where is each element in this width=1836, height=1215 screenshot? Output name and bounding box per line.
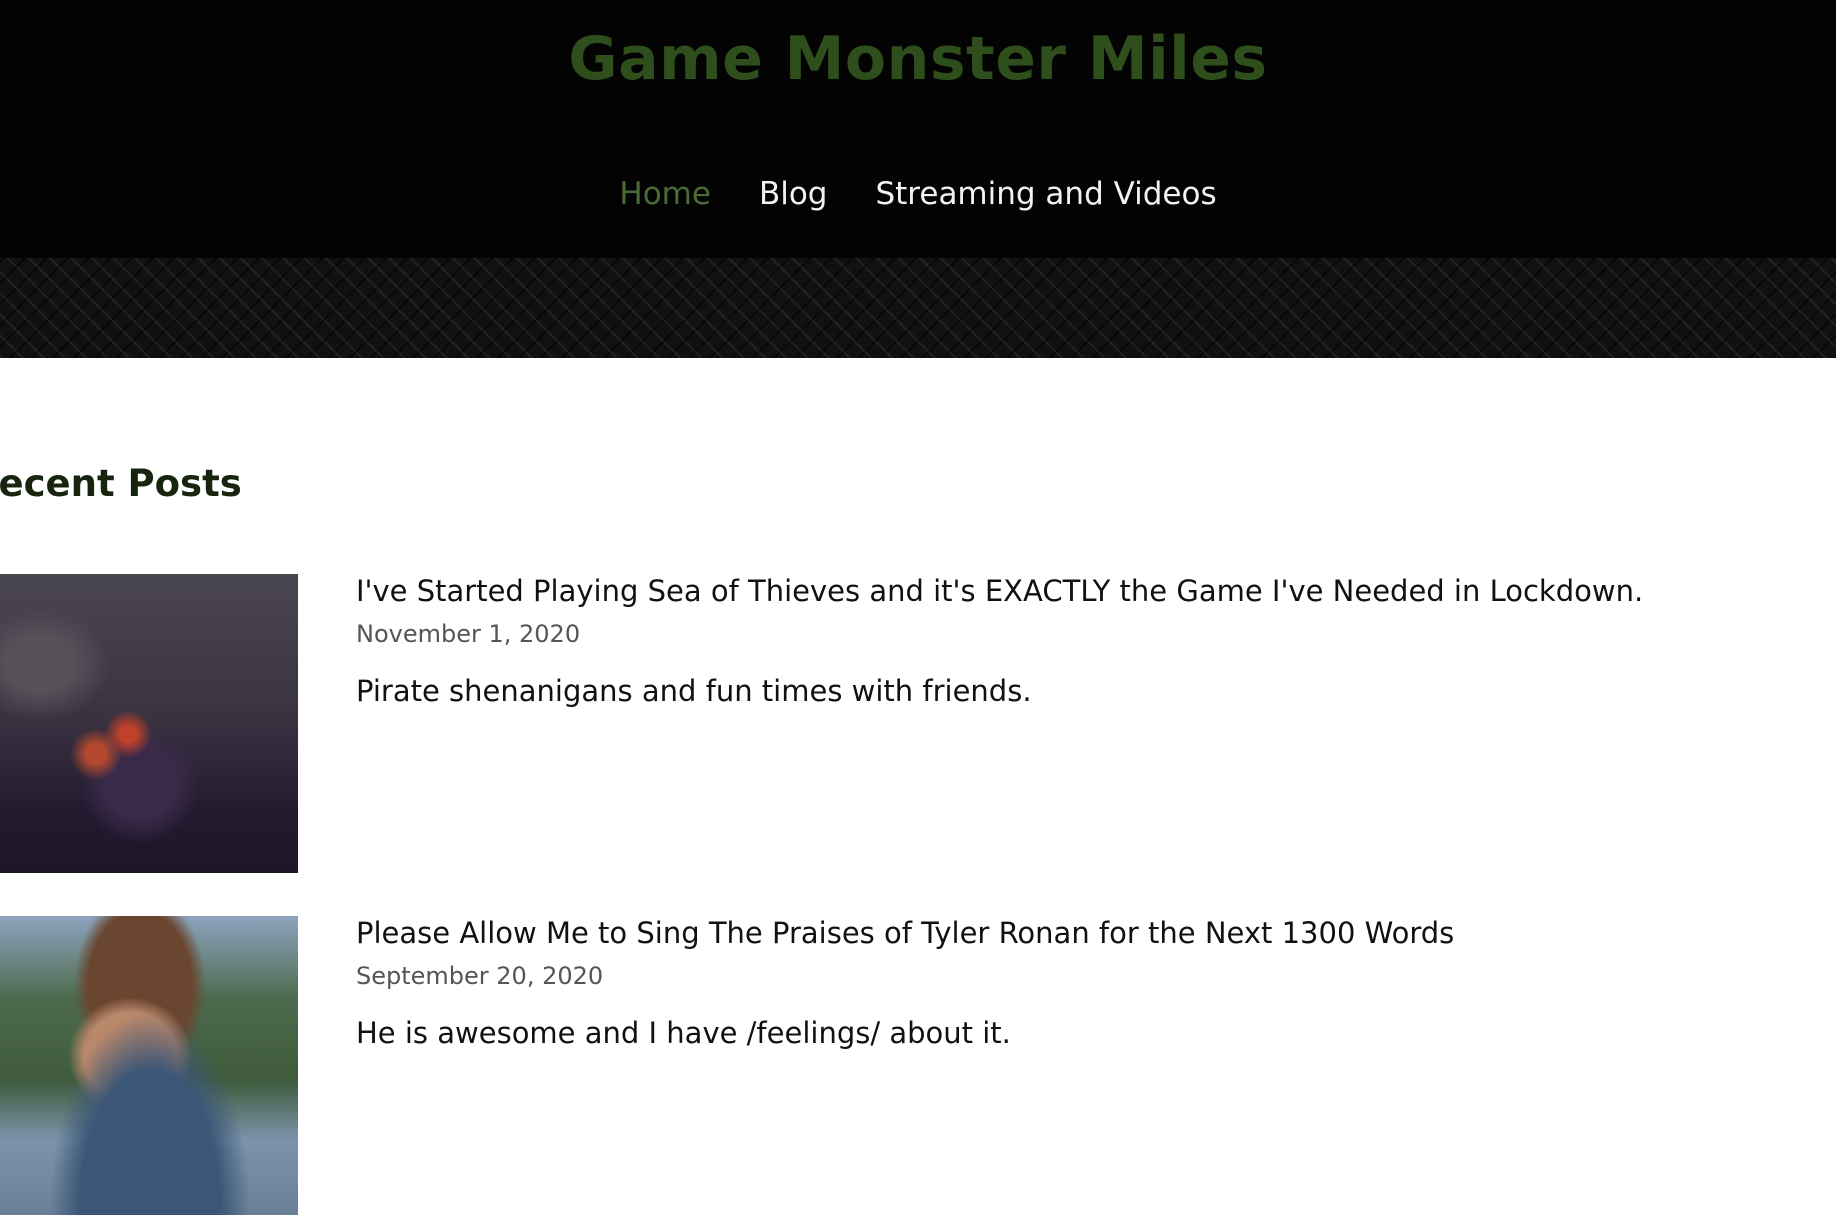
section-title: Recent Posts <box>0 462 242 505</box>
decorative-pattern-band <box>0 258 1836 358</box>
post-excerpt: Pirate shenanigans and fun times with fr… <box>356 674 1032 708</box>
nav-item-blog[interactable]: Blog <box>759 176 828 212</box>
post-thumbnail[interactable] <box>0 574 298 873</box>
post-date: November 1, 2020 <box>356 620 581 648</box>
nav-item-streaming-and-videos[interactable]: Streaming and Videos <box>875 176 1216 212</box>
main-nav: Home Blog Streaming and Videos <box>0 176 1836 212</box>
post-thumbnail[interactable] <box>0 916 298 1215</box>
site-title[interactable]: Game Monster Miles <box>0 24 1836 94</box>
nav-item-home[interactable]: Home <box>619 176 711 212</box>
post-excerpt: He is awesome and I have /feelings/ abou… <box>356 1016 1011 1050</box>
post-date: September 20, 2020 <box>356 962 604 990</box>
post-title-link[interactable]: I've Started Playing Sea of Thieves and … <box>356 574 1643 608</box>
post-title-link[interactable]: Please Allow Me to Sing The Praises of T… <box>356 916 1454 950</box>
site-header: Game Monster Miles Home Blog Streaming a… <box>0 0 1836 258</box>
